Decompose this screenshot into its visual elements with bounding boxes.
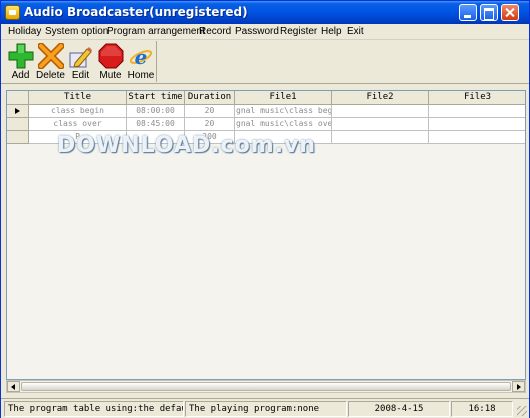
cell-file3[interactable] (429, 118, 525, 131)
menu-holiday[interactable]: Holiday (8, 26, 41, 37)
status-date: 2008-4-15 (348, 401, 450, 417)
title-bar[interactable]: Audio Broadcaster(unregistered) (1, 1, 529, 24)
cell-file3[interactable] (429, 105, 525, 118)
horizontal-scrollbar[interactable] (6, 380, 526, 393)
header-duration[interactable]: Duration (185, 91, 235, 105)
scroll-left-button[interactable] (7, 381, 20, 392)
delete-x-icon (38, 43, 64, 69)
current-row-arrow-icon (15, 108, 20, 114)
header-file2[interactable]: File2 (332, 91, 429, 105)
status-program-table: The program table using:the default p (4, 401, 184, 417)
header-file3[interactable]: File3 (429, 91, 525, 105)
toolbar: Add Delete Edit Mute e Home (1, 41, 529, 84)
menu-password[interactable]: Password (235, 26, 279, 37)
mute-button[interactable]: Mute (96, 41, 125, 82)
row-indicator (7, 118, 29, 131)
row-indicator (7, 131, 29, 144)
cell-file2[interactable] (332, 118, 429, 131)
cell-file2[interactable] (332, 131, 429, 144)
table-header: Title Start time Duration File1 File2 Fi… (7, 91, 525, 105)
mute-label: Mute (99, 70, 122, 81)
home-button[interactable]: e Home (126, 41, 157, 82)
app-icon (5, 5, 20, 20)
cell-file1[interactable]: gnal music\class ove (235, 118, 332, 131)
row-indicator (7, 105, 29, 118)
header-title[interactable]: Title (29, 91, 127, 105)
add-label: Add (11, 70, 30, 81)
stop-sign-icon (98, 43, 124, 69)
maximize-button[interactable] (480, 4, 498, 21)
header-start-time[interactable]: Start time (127, 91, 185, 105)
close-button[interactable] (501, 4, 519, 21)
cell-duration[interactable]: 20 (185, 118, 235, 131)
menu-register[interactable]: Register (280, 26, 317, 37)
edit-pencil-icon (69, 47, 92, 68)
cell-title[interactable]: class over (29, 118, 127, 131)
edit-button[interactable]: Edit (66, 41, 95, 82)
cell-file2[interactable] (332, 105, 429, 118)
scroll-right-button[interactable] (512, 381, 525, 392)
add-button[interactable]: Add (6, 41, 35, 82)
table-row[interactable]: class begin 08:00:00 20 gnal music\class… (7, 105, 525, 118)
edit-label: Edit (71, 70, 90, 81)
cell-title[interactable]: class begin (29, 105, 127, 118)
watermark-text: DOWNLOAD.com.vn (57, 133, 317, 158)
status-time: 16:18 (451, 401, 513, 417)
window-title: Audio Broadcaster(unregistered) (24, 5, 248, 19)
header-file1[interactable]: File1 (235, 91, 332, 105)
scroll-thumb[interactable] (21, 382, 511, 391)
menu-record[interactable]: Record (199, 26, 231, 37)
cell-start-time[interactable]: 08:45:00 (127, 118, 185, 131)
menu-help[interactable]: Help (321, 26, 342, 37)
menu-system-option[interactable]: System option (45, 26, 108, 37)
cell-duration[interactable]: 20 (185, 105, 235, 118)
home-label: Home (127, 70, 155, 81)
menu-bar: Holiday System option Program arrangemen… (1, 24, 529, 40)
cell-start-time[interactable]: 08:00:00 (127, 105, 185, 118)
cell-file1[interactable]: gnal music\class beg (235, 105, 332, 118)
status-bar: The program table using:the default p Th… (1, 398, 529, 418)
menu-exit[interactable]: Exit (347, 26, 364, 37)
plus-icon (8, 43, 34, 69)
status-playing-program: The playing program:none (185, 401, 347, 417)
svg-text:e: e (135, 45, 148, 69)
app-window: Audio Broadcaster(unregistered) Holiday … (0, 0, 530, 418)
program-table[interactable]: Title Start time Duration File1 File2 Fi… (6, 90, 526, 380)
table-row[interactable]: class over 08:45:00 20 gnal music\class … (7, 118, 525, 131)
minimize-button[interactable] (459, 4, 477, 21)
menu-program-arrangement[interactable]: Program arrangement (107, 26, 205, 37)
browser-e-icon: e (129, 45, 153, 69)
delete-label: Delete (36, 70, 65, 81)
resize-grip-icon[interactable] (517, 406, 527, 416)
delete-button[interactable]: Delete (36, 41, 65, 82)
cell-file3[interactable] (429, 131, 525, 144)
header-indicator (7, 91, 29, 105)
